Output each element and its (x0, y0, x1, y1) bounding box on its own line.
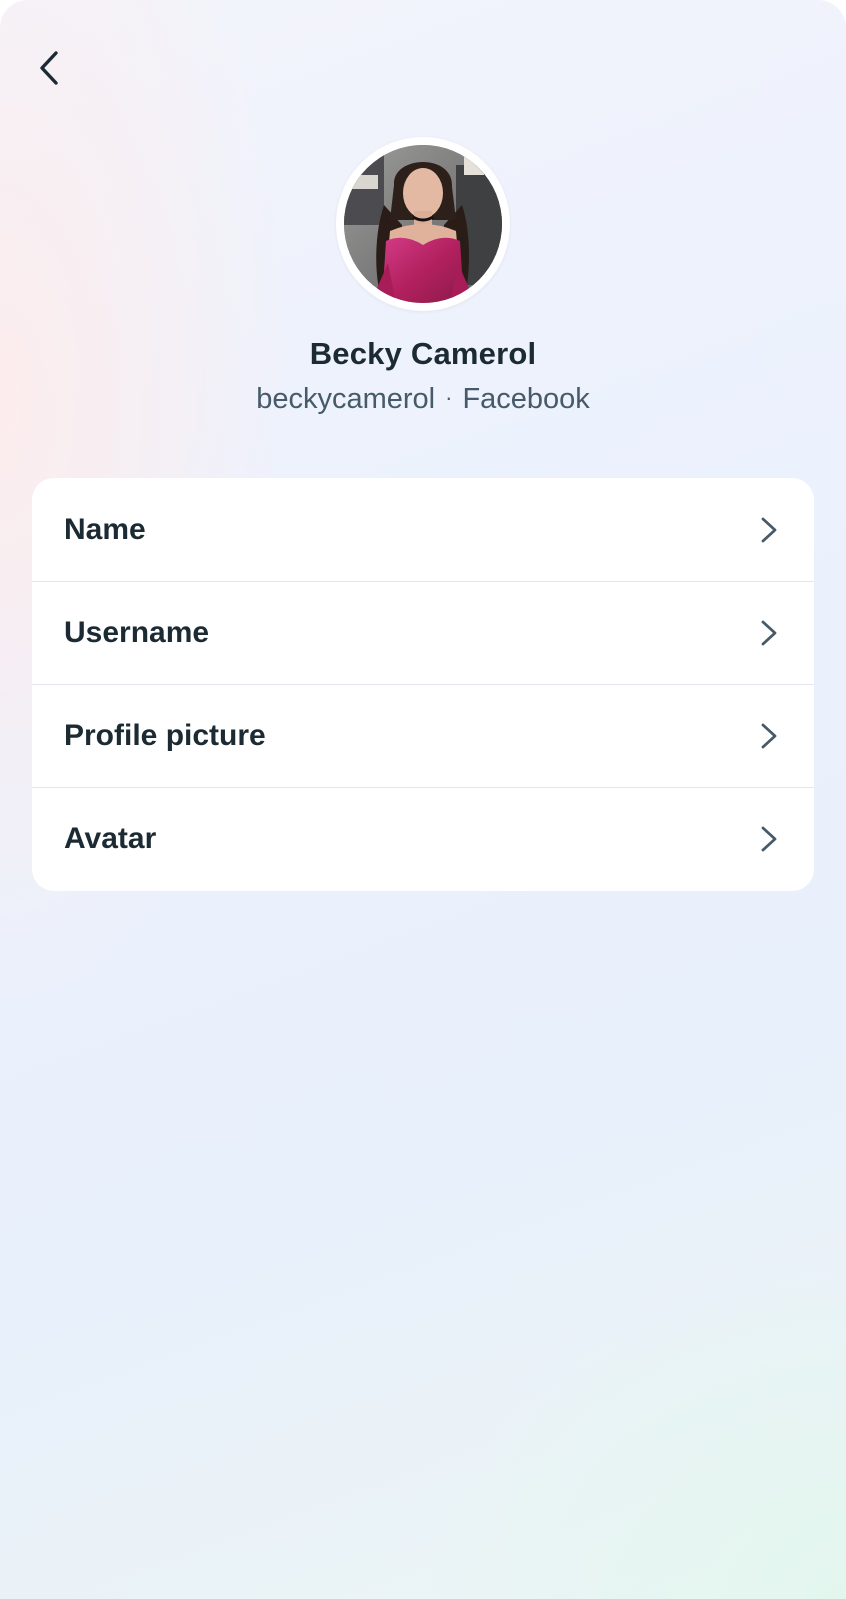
settings-row-profile-picture[interactable]: Profile picture (32, 684, 814, 787)
settings-row-username[interactable]: Username (32, 581, 814, 684)
back-button[interactable] (28, 46, 72, 90)
profile-settings-card: Name Username Profile picture Avatar (32, 478, 814, 891)
settings-row-name[interactable]: Name (32, 478, 814, 581)
profile-platform: Facebook (462, 383, 590, 415)
profile-photo (344, 145, 502, 303)
settings-row-avatar[interactable]: Avatar (32, 787, 814, 890)
profile-display-name: Becky Camerol (309, 336, 537, 371)
profile-subtitle: beckycamerol · Facebook (0, 383, 846, 416)
profile-username: beckycamerol (256, 383, 436, 415)
settings-row-label: Username (64, 616, 210, 649)
chevron-right-icon (761, 826, 777, 852)
chevron-right-icon (761, 620, 777, 646)
chevron-right-icon (761, 723, 777, 749)
settings-row-label: Name (64, 512, 146, 546)
avatar[interactable] (344, 145, 502, 303)
chevron-right-icon (761, 517, 777, 542)
separator-dot: · (445, 385, 453, 410)
account-profile-screen: Becky Camerol beckycamerol · Facebook Name… (0, 0, 846, 1599)
settings-row-label: Profile picture (64, 719, 266, 752)
chevron-left-icon (40, 51, 58, 85)
avatar-ring (336, 137, 510, 311)
settings-row-label: Avatar (64, 822, 157, 855)
